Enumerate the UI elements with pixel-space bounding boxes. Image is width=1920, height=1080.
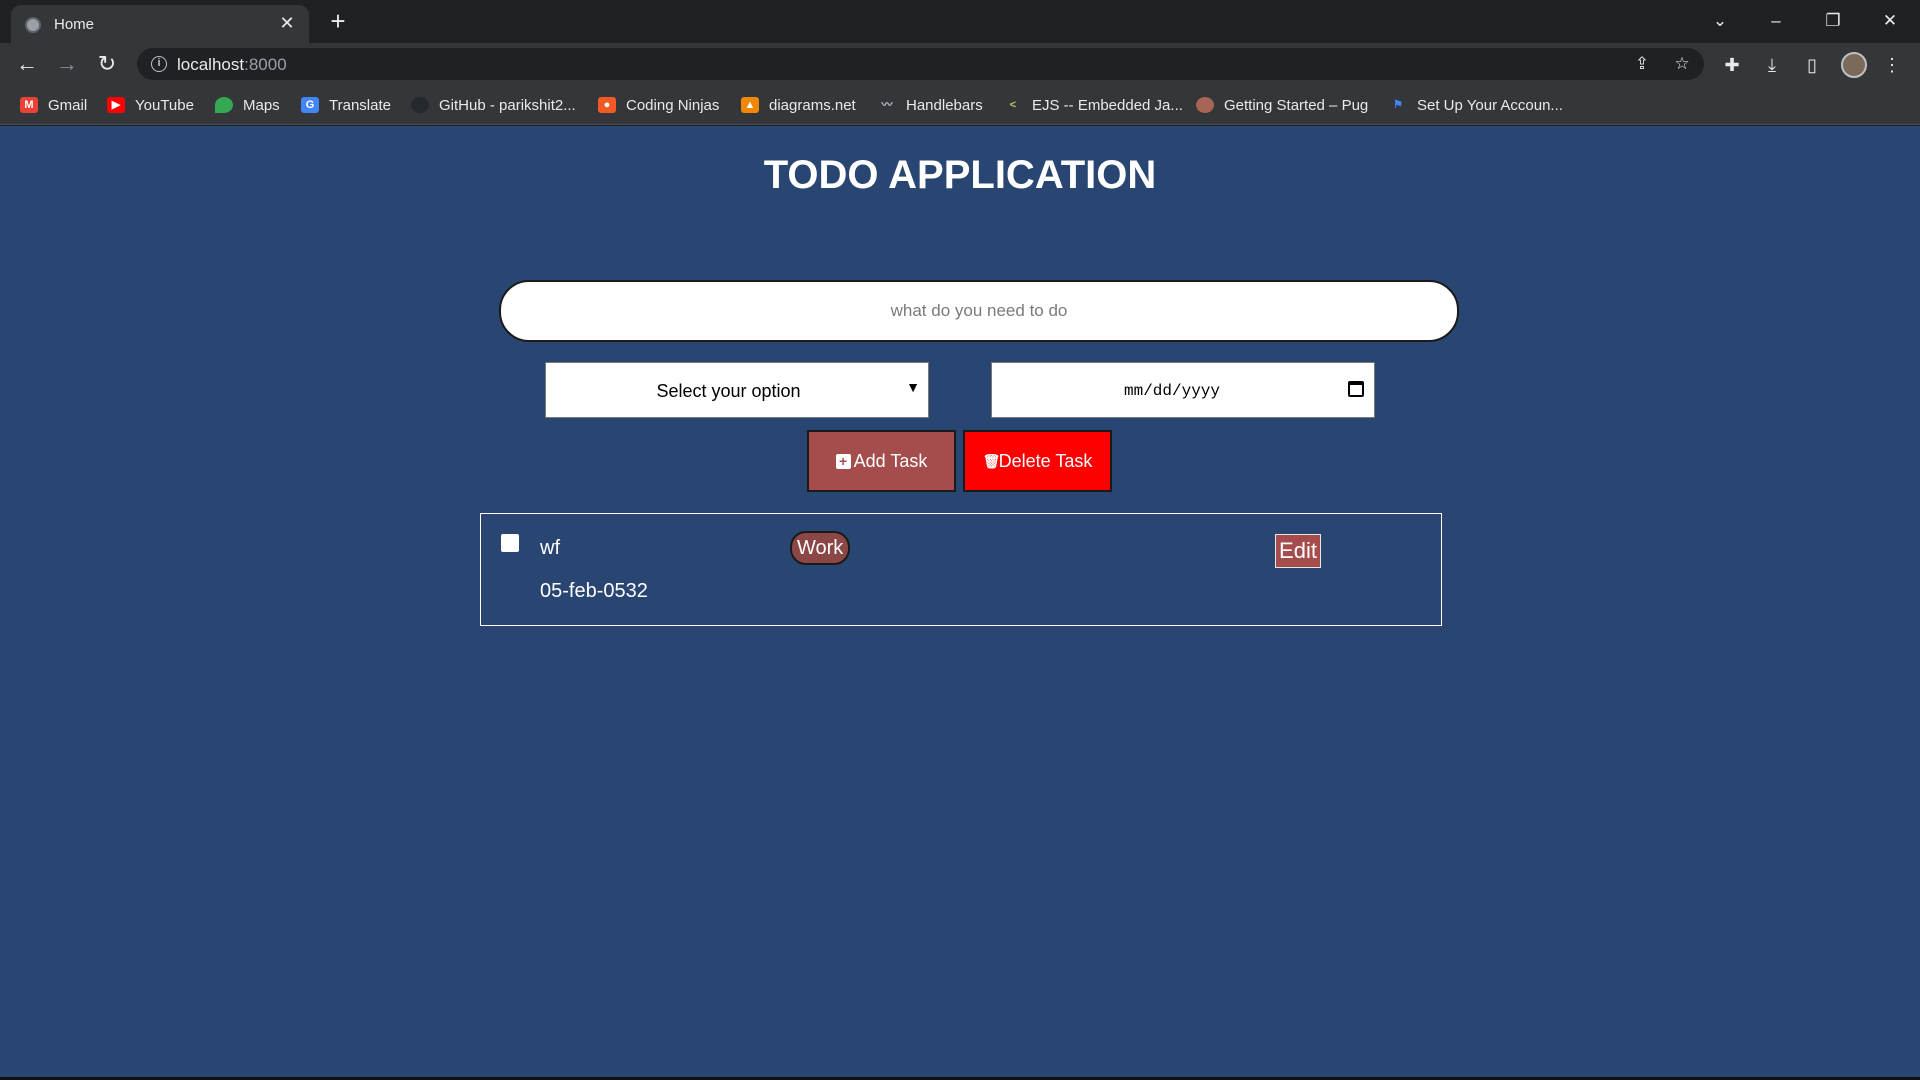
close-window-button[interactable]: ✕: [1870, 6, 1910, 36]
task-input[interactable]: [499, 280, 1459, 342]
delete-task-label: Delete Task: [998, 450, 1093, 471]
youtube-icon: ▶: [107, 97, 125, 113]
browser-toolbar: ← → ↻ i localhost:8000 ⇪ ☆ ✚ ⤓ ▯ ⋮: [0, 43, 1920, 85]
share-icon[interactable]: ⇪: [1631, 53, 1653, 75]
tab-home[interactable]: Home ✕: [11, 5, 309, 43]
bookmark-coding-ninjas[interactable]: ● Coding Ninjas: [598, 95, 719, 115]
bookmark-diagrams[interactable]: ▲ diagrams.net: [741, 95, 856, 115]
handlebars-icon: 〰: [881, 99, 893, 111]
globe-icon: [25, 17, 41, 33]
star-icon[interactable]: ☆: [1671, 53, 1693, 75]
gmail-icon: M: [20, 97, 38, 113]
date-placeholder: mm/dd/yyyy: [1123, 382, 1220, 400]
bookmark-gmail[interactable]: M Gmail: [20, 95, 87, 115]
chevron-down-icon: ▼: [906, 379, 920, 395]
download-icon[interactable]: ⤓: [1760, 53, 1784, 77]
bookmarks-bar: M Gmail ▶ YouTube Maps G Translate GitHub -…: [0, 85, 1920, 125]
bookmark-translate[interactable]: G Translate: [301, 95, 391, 115]
date-input[interactable]: mm/dd/yyyy: [991, 362, 1375, 418]
bookmark-label: EJS -- Embedded Ja...: [1032, 96, 1183, 114]
task-checkbox[interactable]: [501, 534, 519, 552]
extensions-icon[interactable]: ✚: [1720, 53, 1744, 77]
site-info-icon[interactable]: i: [151, 56, 167, 72]
calendar-icon[interactable]: [1348, 381, 1364, 397]
bookmark-label: GitHub - parikshit2...: [439, 96, 576, 114]
reload-button[interactable]: ↻: [92, 49, 122, 79]
task-date: 05-feb-0532: [540, 580, 648, 602]
plus-square-icon: +: [835, 453, 851, 469]
tab-strip: Home ✕ + ⌄ – ❐ ✕: [0, 0, 1920, 43]
bookmark-github[interactable]: GitHub - parikshit2...: [411, 95, 576, 115]
bookmark-label: Gmail: [48, 96, 88, 114]
todo-page: TODO APPLICATION Select your option ▼ mm…: [0, 126, 1920, 1077]
bookmark-label: Set Up Your Accoun...: [1417, 96, 1563, 114]
tab-title: Home: [54, 16, 95, 33]
ejs-icon: <: [1009, 99, 1017, 111]
bookmark-label: Handlebars: [906, 96, 983, 114]
bookmark-label: YouTube: [135, 96, 194, 114]
task-category-badge: Work: [790, 531, 851, 565]
bookmark-label: Translate: [329, 96, 391, 114]
page-title: TODO APPLICATION: [763, 153, 1157, 197]
add-task-label: Add Task: [853, 450, 928, 471]
bookmark-ejs[interactable]: < EJS -- Embedded Ja...: [1004, 95, 1183, 115]
forward-button[interactable]: →: [52, 49, 82, 79]
pug-icon: [1196, 97, 1214, 113]
task-name: wf: [540, 537, 560, 559]
category-select-value: Select your option: [656, 381, 801, 401]
minimize-button[interactable]: –: [1756, 6, 1796, 36]
menu-icon[interactable]: ⋮: [1880, 53, 1904, 77]
profile-avatar[interactable]: [1841, 52, 1867, 78]
delete-task-button[interactable]: 🗑 Delete Task: [963, 430, 1112, 492]
bookmark-youtube[interactable]: ▶ YouTube: [107, 95, 194, 115]
bookmark-label: diagrams.net: [769, 96, 856, 114]
maps-icon: [215, 97, 233, 113]
back-button[interactable]: ←: [12, 49, 42, 79]
side-panel-icon[interactable]: ▯: [1800, 53, 1824, 77]
diagrams-icon: ▲: [741, 97, 759, 113]
flag-icon: ⚑: [1393, 99, 1403, 111]
restore-button[interactable]: ❐: [1813, 6, 1853, 36]
close-tab-icon[interactable]: ✕: [277, 13, 297, 33]
bookmark-maps[interactable]: Maps: [215, 95, 280, 115]
address-bar[interactable]: i localhost:8000 ⇪ ☆: [137, 48, 1704, 80]
tab-search-icon[interactable]: ⌄: [1700, 6, 1740, 36]
url-host: localhost: [177, 55, 245, 74]
url-text: localhost:8000: [177, 55, 287, 75]
task-item: wf 05-feb-0532 Work Edit: [480, 513, 1442, 626]
bookmark-label: Coding Ninjas: [626, 96, 720, 114]
trash-icon: 🗑: [982, 452, 1001, 469]
new-tab-button[interactable]: +: [324, 8, 352, 36]
url-port: :8000: [244, 55, 287, 74]
category-select[interactable]: Select your option ▼: [545, 362, 929, 418]
bookmark-setup-account[interactable]: ⚑ Set Up Your Accoun...: [1389, 95, 1563, 115]
coding-ninjas-icon: ●: [598, 97, 616, 113]
github-icon: [411, 97, 429, 113]
add-task-button[interactable]: + Add Task: [807, 430, 956, 492]
bookmark-handlebars[interactable]: 〰 Handlebars: [878, 95, 983, 115]
bookmark-pug[interactable]: Getting Started – Pug: [1196, 95, 1368, 115]
bookmark-label: Maps: [243, 96, 280, 114]
edit-task-button[interactable]: Edit: [1275, 534, 1321, 568]
bookmark-label: Getting Started – Pug: [1224, 96, 1369, 114]
translate-icon: G: [301, 97, 319, 113]
